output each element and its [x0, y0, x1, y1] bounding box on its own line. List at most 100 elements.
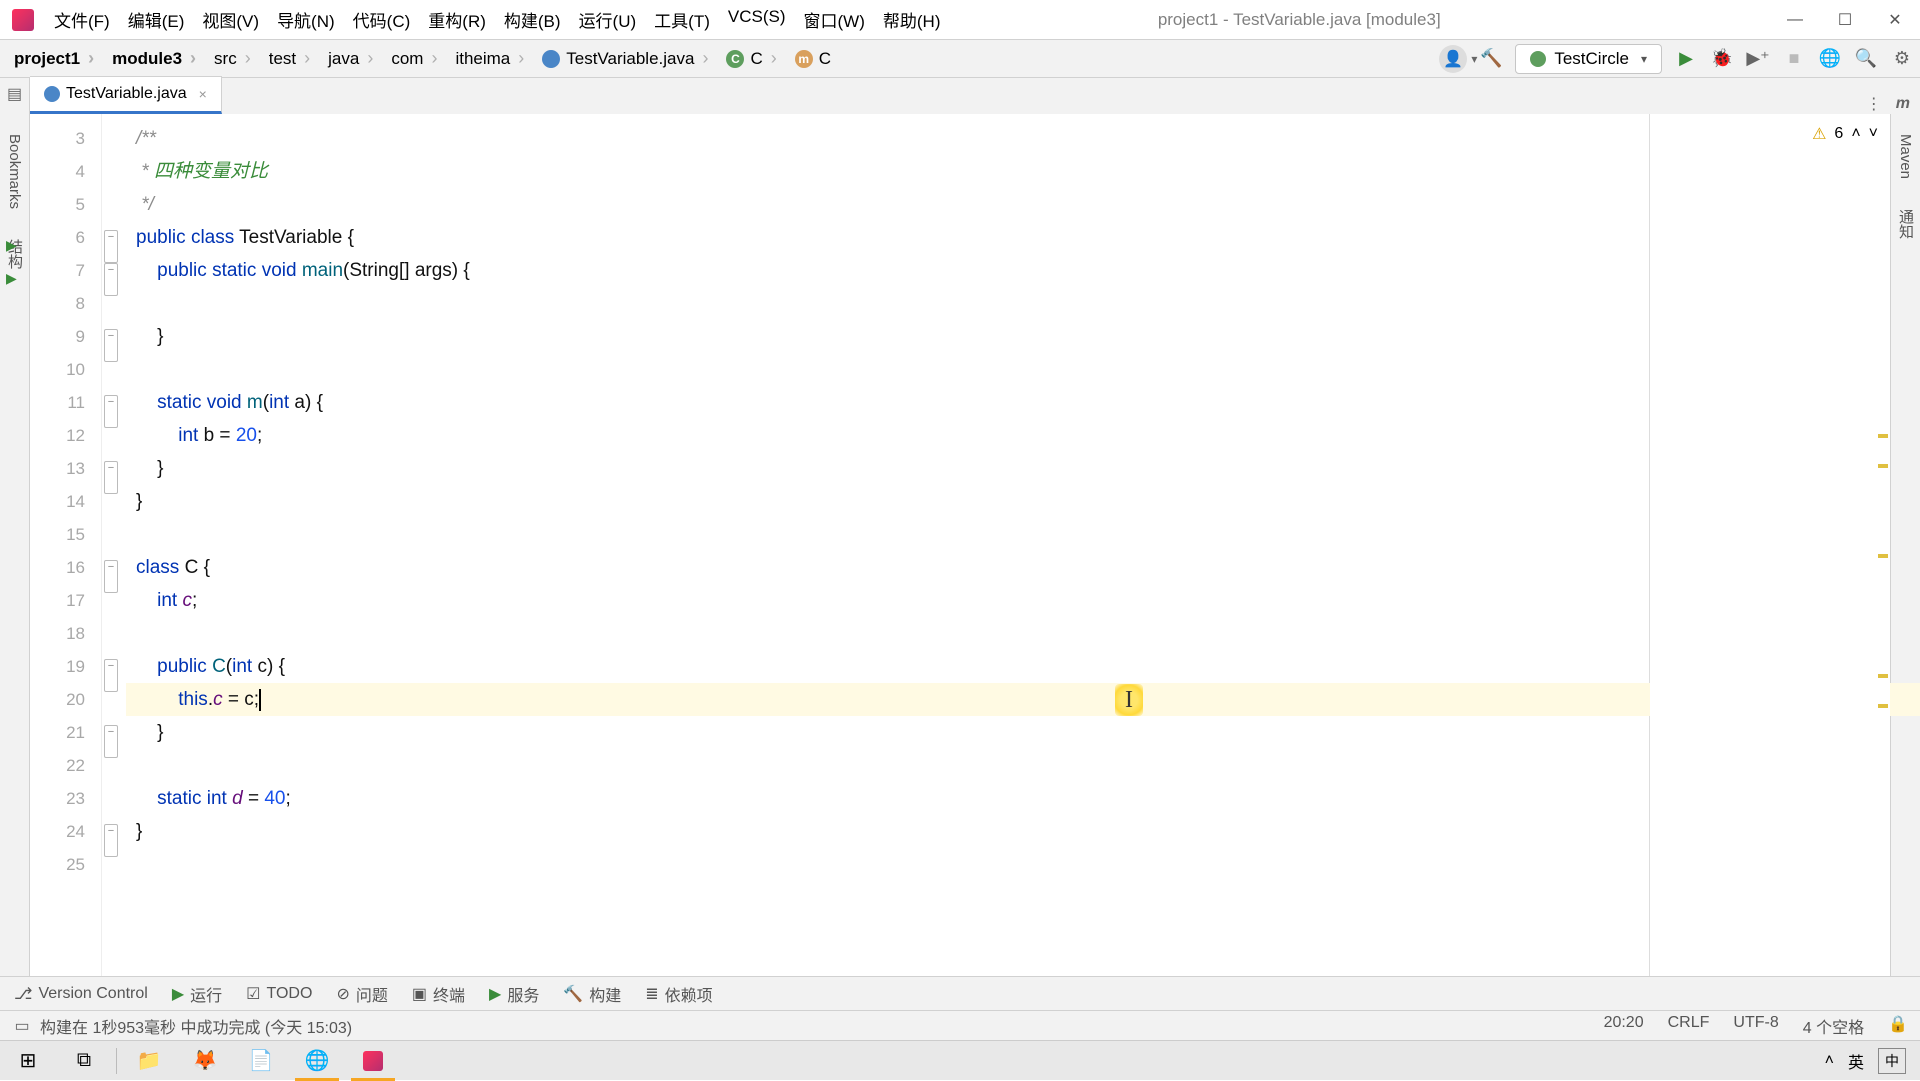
- status-bar: ▭ 构建在 1秒953毫秒 中成功完成 (今天 15:03) 20:20 CRL…: [0, 1010, 1920, 1040]
- method-icon: m: [795, 50, 813, 68]
- project-tool-icon[interactable]: ▤: [7, 84, 22, 104]
- window-controls: ― ☐ ✕: [1770, 0, 1920, 40]
- breadcrumb-item[interactable]: com: [383, 44, 447, 73]
- breadcrumb-item[interactable]: itheima: [447, 44, 534, 73]
- tab-options-icon[interactable]: ⋮: [1866, 94, 1882, 114]
- bottom-tool-服务[interactable]: ▶服务: [489, 982, 539, 1006]
- java-file-icon: [44, 86, 60, 102]
- menu-item[interactable]: 导航(N): [269, 3, 343, 36]
- build-button[interactable]: 🔨: [1479, 48, 1503, 69]
- run-gutter-icon[interactable]: ▶: [6, 262, 17, 295]
- menu-item[interactable]: 窗口(W): [796, 3, 873, 36]
- breadcrumb-item[interactable]: module3: [104, 44, 206, 73]
- tool-icon: ▶: [489, 984, 501, 1004]
- bookmarks-tool[interactable]: Bookmarks: [6, 134, 23, 209]
- close-button[interactable]: ✕: [1870, 0, 1920, 40]
- editor-tab-active[interactable]: TestVariable.java ×: [30, 76, 222, 114]
- stop-button[interactable]: ■: [1782, 48, 1806, 69]
- menu-item[interactable]: VCS(S): [720, 3, 794, 36]
- menu-item[interactable]: 编辑(E): [120, 3, 193, 36]
- breadcrumb-label: src: [214, 49, 237, 69]
- code-editor[interactable]: 3456▶7▶891011121314151617181920212223242…: [30, 114, 1890, 976]
- intellij-icon[interactable]: [345, 1041, 401, 1081]
- indent-setting[interactable]: 4 个空格: [1803, 1014, 1864, 1038]
- breadcrumb-item[interactable]: test: [261, 44, 320, 73]
- cursor-position[interactable]: 20:20: [1604, 1014, 1644, 1038]
- breadcrumb-item[interactable]: TestVariable.java: [534, 44, 718, 73]
- run-button[interactable]: ▶: [1674, 48, 1698, 69]
- start-button[interactable]: ⊞: [0, 1041, 56, 1081]
- bottom-tool-依赖项[interactable]: ≣依赖项: [645, 982, 712, 1006]
- text-cursor-highlight: [1115, 684, 1143, 716]
- right-tool-strip: Maven 通知: [1890, 114, 1920, 976]
- menu-item[interactable]: 视图(V): [194, 3, 267, 36]
- maven-icon[interactable]: m: [1896, 95, 1910, 113]
- prev-problem-icon[interactable]: ˄: [1851, 125, 1860, 143]
- tray-chevron-icon[interactable]: ˄: [1825, 1052, 1834, 1070]
- bottom-tool-终端[interactable]: ▣终端: [412, 982, 465, 1006]
- ime-mode[interactable]: 中: [1878, 1048, 1906, 1074]
- bottom-tool-TODO[interactable]: ☑TODO: [246, 984, 312, 1004]
- status-tool-icon[interactable]: ▭: [12, 1016, 32, 1036]
- windows-taskbar: ⊞ ⧉ 📁 🦊 📄 🌐 ˄ 英 中: [0, 1040, 1920, 1080]
- menu-item[interactable]: 工具(T): [646, 3, 718, 36]
- tool-label: 依赖项: [665, 982, 713, 1006]
- fold-column[interactable]: −−−−−−−−−: [102, 114, 126, 976]
- settings-button[interactable]: ⚙: [1890, 48, 1914, 69]
- minimize-button[interactable]: ―: [1770, 0, 1820, 40]
- edge-icon[interactable]: 🌐: [289, 1041, 345, 1081]
- warning-icon: ⚠: [1812, 124, 1826, 144]
- menu-item[interactable]: 文件(F): [46, 3, 118, 36]
- menu-item[interactable]: 帮助(H): [875, 3, 949, 36]
- inspection-panel: ⚠ 6 ˄ ˅: [1650, 114, 1890, 976]
- run-gutter-icon[interactable]: ▶: [6, 229, 17, 262]
- code-area[interactable]: /** * 四种变量对比 */public class TestVariable…: [126, 114, 1650, 976]
- breadcrumb-item[interactable]: java: [320, 44, 383, 73]
- editor-tabs-row: ▤ 📁 TestVariable.java × ⋮ m: [0, 78, 1920, 114]
- navigation-bar: project1 module3 src test java com itheima Test…: [0, 40, 1920, 78]
- bottom-tool-Version Control[interactable]: ⎇Version Control: [14, 984, 148, 1004]
- warning-count[interactable]: 6: [1834, 125, 1843, 143]
- close-tab-icon[interactable]: ×: [199, 86, 207, 102]
- bottom-tool-问题[interactable]: ⊘问题: [336, 982, 387, 1006]
- task-view-button[interactable]: ⧉: [56, 1041, 112, 1081]
- breadcrumb-item[interactable]: CC: [718, 44, 786, 73]
- next-problem-icon[interactable]: ˅: [1869, 125, 1878, 143]
- debug-button[interactable]: 🐞: [1710, 48, 1734, 69]
- user-avatar-dropdown[interactable]: 👤: [1439, 45, 1467, 73]
- maximize-button[interactable]: ☐: [1820, 0, 1870, 40]
- breadcrumb-item[interactable]: project1: [6, 44, 104, 73]
- breadcrumb-label: project1: [14, 49, 80, 69]
- app-icon: [12, 9, 34, 31]
- menu-item[interactable]: 运行(U): [571, 3, 645, 36]
- breadcrumb-item[interactable]: src: [206, 44, 261, 73]
- menu-item[interactable]: 构建(B): [496, 3, 569, 36]
- tool-label: 构建: [589, 982, 621, 1006]
- translate-icon[interactable]: 🌐: [1818, 48, 1842, 69]
- lock-icon[interactable]: 🔒: [1888, 1014, 1908, 1038]
- error-stripe[interactable]: [1874, 174, 1890, 976]
- java-icon: [542, 50, 560, 68]
- maven-tool[interactable]: Maven: [1897, 134, 1914, 179]
- file-encoding[interactable]: UTF-8: [1733, 1014, 1778, 1038]
- run-config-selector[interactable]: TestCircle: [1515, 44, 1662, 74]
- menu-item[interactable]: 重构(R): [420, 3, 494, 36]
- breadcrumb-label: TestVariable.java: [566, 49, 694, 69]
- status-message: 构建在 1秒953毫秒 中成功完成 (今天 15:03): [40, 1014, 1604, 1038]
- file-explorer-icon[interactable]: 📁: [121, 1041, 177, 1081]
- office-icon[interactable]: 📄: [233, 1041, 289, 1081]
- tool-icon: 🔨: [563, 984, 583, 1004]
- breadcrumb-label: itheima: [455, 49, 510, 69]
- menu-item[interactable]: 代码(C): [345, 3, 419, 36]
- firefox-icon[interactable]: 🦊: [177, 1041, 233, 1081]
- bottom-tool-构建[interactable]: 🔨 构建: [563, 982, 621, 1006]
- bottom-toolbar: ⎇Version Control ▶运行 ☑TODO ⊘问题 ▣终端 ▶服务 🔨 构建 ≣依赖项: [0, 976, 1920, 1010]
- breadcrumb-label: java: [328, 49, 359, 69]
- breadcrumb-item[interactable]: mC: [787, 45, 849, 73]
- notifications-tool[interactable]: 通知: [1895, 209, 1916, 239]
- line-separator[interactable]: CRLF: [1668, 1014, 1710, 1038]
- bottom-tool-运行[interactable]: ▶运行: [172, 982, 222, 1006]
- ime-lang[interactable]: 英: [1848, 1049, 1864, 1073]
- search-button[interactable]: 🔍: [1854, 48, 1878, 69]
- coverage-button[interactable]: ▶⁺: [1746, 48, 1770, 69]
